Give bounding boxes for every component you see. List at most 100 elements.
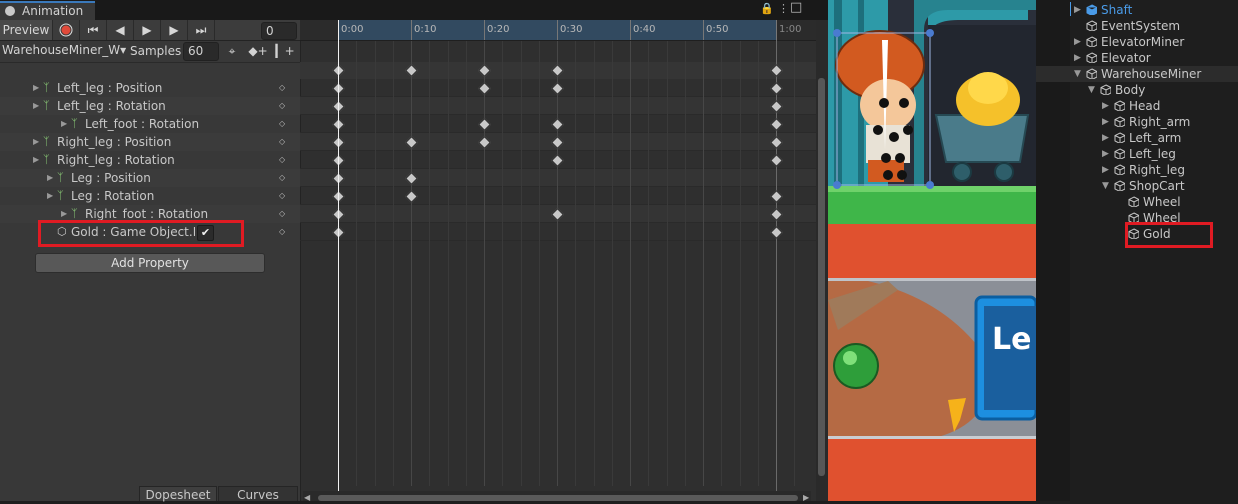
keyframe-diamond-icon[interactable]: ◇ [279, 205, 285, 223]
vertical-scroll-thumb[interactable] [818, 78, 825, 476]
expand-arrow-icon[interactable]: ▶ [47, 169, 53, 187]
property-name: Right_leg : Position [57, 135, 172, 149]
expand-arrow-icon[interactable]: ▶ [47, 187, 53, 205]
tab-animation-label: Animation [22, 4, 84, 18]
keyframe-diamond-icon[interactable]: ◇ [279, 187, 285, 205]
add-event-icon[interactable]: ▎+ [275, 43, 295, 60]
property-row[interactable]: ▶ ᛉ Right_leg : Position ◇ [0, 133, 300, 151]
tab-dopesheet[interactable]: Dopesheet [139, 486, 217, 502]
property-row[interactable]: ▶ ᛉ Left_foot : Rotation ◇ [0, 115, 300, 133]
clip-dropdown[interactable]: WarehouseMiner_W▾ [2, 43, 126, 57]
horizontal-scroll-thumb[interactable] [318, 495, 798, 501]
scene-view[interactable]: Le [828, 0, 1036, 501]
keyframe-lane[interactable] [300, 97, 816, 115]
property-row[interactable]: ▶ ᛉ Right_leg : Rotation ◇ [0, 151, 300, 169]
property-row[interactable]: ▶ ᛉ Left_leg : Rotation ◇ [0, 97, 300, 115]
record-button[interactable] [53, 20, 80, 40]
property-row[interactable]: ▶ ᛉ Leg : Position ◇ [0, 169, 300, 187]
gameobject-cube-icon [1114, 148, 1125, 159]
playhead[interactable] [338, 20, 339, 491]
keyframe-diamond-icon[interactable]: ◇ [279, 115, 285, 133]
grid-line [411, 41, 412, 486]
collapsed-arrow-icon[interactable]: ▶ [1102, 114, 1109, 130]
preview-button[interactable]: Preview [0, 20, 53, 40]
hierarchy-item[interactable]: ▼ Body [1070, 82, 1238, 98]
frame-input[interactable]: 0 [261, 22, 297, 40]
keyframe-lane[interactable] [300, 223, 816, 241]
hierarchy-item[interactable]: ▼ WarehouseMiner [1036, 66, 1238, 82]
gameobject-cube-icon [1086, 36, 1097, 47]
grid-line [667, 41, 668, 486]
hierarchy-item[interactable]: EventSystem [1070, 18, 1238, 34]
hierarchy-item-label: Right_leg [1129, 163, 1185, 177]
play-icon: ▶ [142, 23, 152, 37]
gameobject-cube-icon [1114, 164, 1125, 175]
property-name: Left_leg : Position [57, 81, 163, 95]
hierarchy-item[interactable]: ▶ Head [1070, 98, 1238, 114]
more-menu-icon[interactable]: ⋮ [778, 2, 789, 15]
collapsed-arrow-icon[interactable]: ▶ [1074, 2, 1081, 18]
next-key-button[interactable]: ▶ [161, 20, 188, 40]
grid-line [521, 41, 522, 486]
collapsed-arrow-icon[interactable]: ▶ [1074, 34, 1081, 50]
collapsed-arrow-icon[interactable]: ▶ [1102, 98, 1109, 114]
tab-animation[interactable]: Animation [0, 1, 95, 20]
play-button[interactable]: ▶ [134, 20, 161, 40]
expanded-arrow-icon[interactable]: ▼ [1074, 66, 1081, 82]
collapsed-arrow-icon[interactable]: ▶ [1102, 130, 1109, 146]
property-name: Left_leg : Rotation [57, 99, 166, 113]
property-row[interactable]: ▶ ᛉ Leg : Rotation ◇ [0, 187, 300, 205]
clip-row: WarehouseMiner_W▾ Samples 60 ⌖ ◆+ ▎+ [0, 41, 300, 63]
keyframe-diamond-icon[interactable]: ◇ [279, 97, 285, 115]
hierarchy-item[interactable]: ▶ ElevatorMiner [1070, 34, 1238, 50]
grid-line [794, 41, 795, 486]
collapsed-arrow-icon[interactable]: ▶ [1102, 146, 1109, 162]
hierarchy-item[interactable]: ▶ Left_leg [1070, 146, 1238, 162]
hierarchy-item[interactable]: ▶ Left_arm [1070, 130, 1238, 146]
ruler-tick-label: 0:10 [414, 24, 437, 35]
expanded-arrow-icon[interactable]: ▼ [1088, 82, 1095, 98]
expand-arrow-icon[interactable]: ▶ [33, 151, 39, 169]
samples-input[interactable]: 60 [183, 42, 219, 61]
collapsed-arrow-icon[interactable]: ▶ [1102, 162, 1109, 178]
hierarchy-item[interactable]: ▼ ShopCart [1070, 178, 1238, 194]
keyframe-lane[interactable] [300, 187, 816, 205]
keyframe-diamond-icon[interactable]: ◇ [279, 223, 285, 241]
expand-arrow-icon[interactable]: ▶ [33, 133, 39, 151]
prev-key-button[interactable]: ◀ [107, 20, 134, 40]
add-keyframe-target-icon[interactable]: ⌖ [222, 43, 242, 60]
keyframe-diamond-icon[interactable]: ◇ [279, 169, 285, 187]
keyframe-diamond-icon[interactable]: ◇ [279, 79, 285, 97]
keyframe-lane[interactable] [300, 169, 816, 187]
collapsed-arrow-icon[interactable]: ▶ [1074, 50, 1081, 66]
first-key-button[interactable]: ⏮ [80, 20, 107, 40]
hierarchy-item[interactable]: ▶ Right_arm [1070, 114, 1238, 130]
keyframe-diamond-icon[interactable]: ◇ [279, 151, 285, 169]
expanded-arrow-icon[interactable]: ▼ [1102, 178, 1109, 194]
lock-icon[interactable]: 🔒 [760, 2, 774, 15]
grid-line [594, 41, 595, 486]
hierarchy-item[interactable]: ▶ Shaft [1070, 2, 1238, 18]
animation-toolbar: Preview ⏮ ◀ ▶ ▶ ⏭ 0 [0, 20, 300, 41]
expand-arrow-icon[interactable]: ▶ [33, 97, 39, 115]
expand-arrow-icon[interactable]: ▶ [33, 79, 39, 97]
expand-arrow-icon[interactable]: ▶ [61, 115, 67, 133]
gameobject-cube-icon [1086, 68, 1097, 79]
add-keyframe-icon[interactable]: ◆+ [248, 43, 268, 60]
hierarchy-item[interactable]: ▶ Elevator [1070, 50, 1238, 66]
keyframe-diamond-icon[interactable]: ◇ [279, 133, 285, 151]
property-row[interactable]: ▶ ᛉ Left_leg : Position ◇ [0, 79, 300, 97]
last-key-button[interactable]: ⏭ [188, 20, 215, 40]
ruler-tick-line [411, 20, 412, 40]
view-mode-tabs: Dopesheet Curves [0, 486, 300, 502]
add-property-button[interactable]: Add Property [35, 253, 265, 273]
grid-line [703, 41, 704, 486]
grid-line [502, 41, 503, 486]
grid-line [356, 41, 357, 486]
hierarchy-item[interactable]: ▶ Right_leg [1070, 162, 1238, 178]
maximize-icon[interactable]: □ [790, 0, 802, 15]
skip-to-start-icon: ⏮ [87, 23, 99, 37]
hierarchy-item[interactable]: Wheel [1070, 194, 1238, 210]
transform-icon: ᛉ [57, 171, 64, 184]
tab-curves[interactable]: Curves [218, 486, 298, 502]
